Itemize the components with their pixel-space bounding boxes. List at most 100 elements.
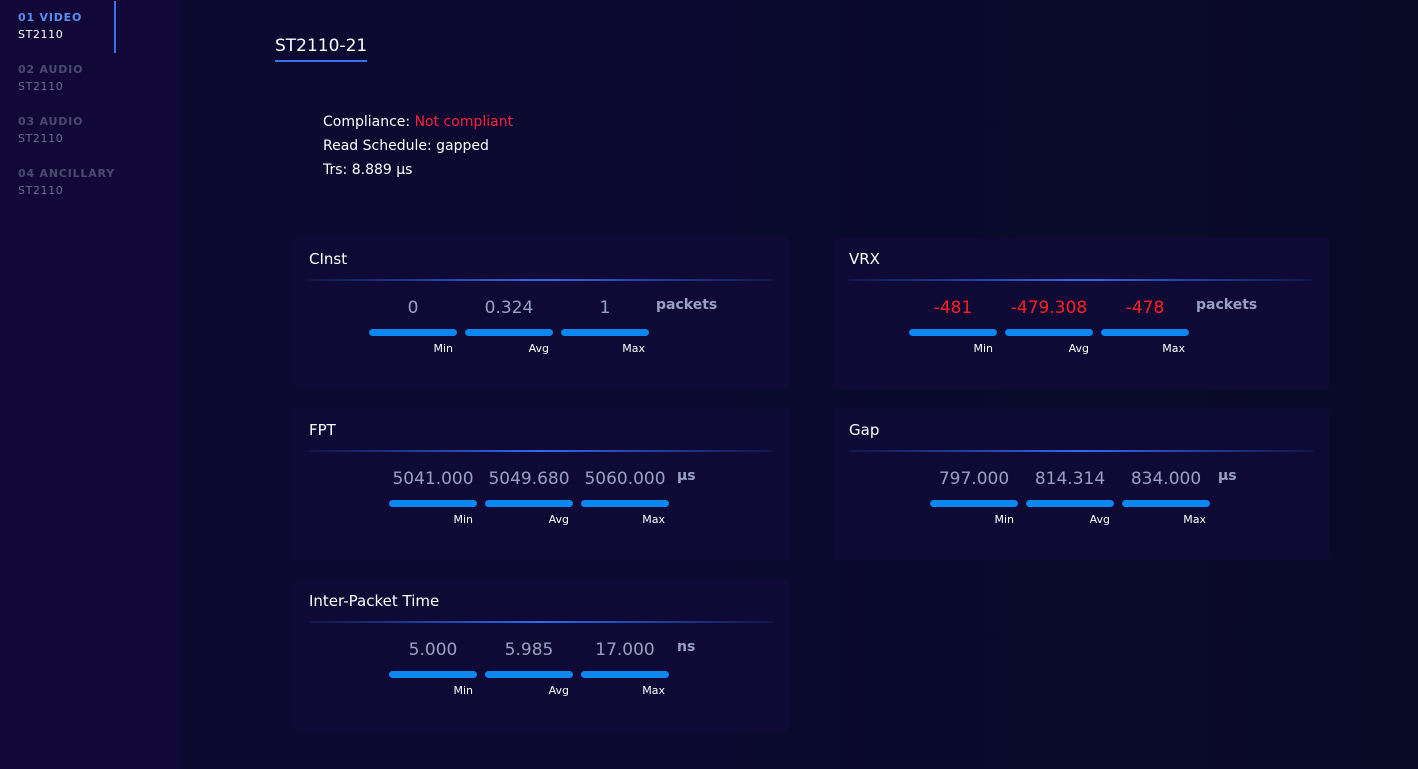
sidebar-item-type-label: ST2110 [18, 132, 64, 145]
metric-min: 5041.000 Min [389, 466, 477, 526]
metric-label: Avg [548, 684, 569, 697]
compliance-info: Compliance: Not compliant Read Schedule:… [323, 110, 513, 182]
sidebar: 01 VIDEO ST2110 02 AUDIO ST2110 03 AUDIO… [0, 0, 180, 769]
metric-value: -481 [933, 298, 973, 318]
metric-max: 17.000 Max [581, 637, 669, 697]
compliance-value: Not compliant [414, 114, 514, 130]
read-schedule-value: gapped [436, 138, 489, 154]
card-title: VRX [849, 250, 880, 268]
metric-min: 0 Min [369, 295, 457, 355]
metric-avg: 5049.680 Avg [485, 466, 573, 526]
metric-value: 0 [407, 298, 419, 318]
metric-value: 5.000 [408, 640, 458, 660]
trs-label: Trs: [323, 162, 348, 178]
metric-label: Min [973, 342, 993, 355]
metric-bar [1101, 329, 1189, 336]
metric-value: 797.000 [938, 469, 1010, 489]
metric-label: Min [453, 684, 473, 697]
read-schedule-label: Read Schedule: [323, 138, 432, 154]
card-divider [849, 450, 1313, 452]
metric-max: 5060.000 Max [581, 466, 669, 526]
card-title: Inter-Packet Time [309, 592, 440, 610]
metric-value: 1 [599, 298, 611, 318]
metric-value: 5049.680 [488, 469, 570, 489]
metric-label: Avg [548, 513, 569, 526]
metric-label: Max [1162, 342, 1185, 355]
metric-unit: ns [677, 639, 696, 655]
sidebar-item-type-label: ST2110 [18, 80, 64, 93]
metric-label: Max [642, 684, 665, 697]
metric-value: 814.314 [1034, 469, 1106, 489]
sidebar-item-number-label: 02 AUDIO [18, 63, 84, 76]
metric-bar [1122, 500, 1210, 507]
metric-value: -479.308 [1010, 298, 1088, 318]
metric-value: 5.985 [504, 640, 554, 660]
metric-label: Min [433, 342, 453, 355]
metric-bar [581, 500, 669, 507]
metric-max: 834.000 Max [1122, 466, 1210, 526]
metric-unit: µs [677, 468, 696, 484]
sidebar-item-number-label: 01 VIDEO [18, 11, 83, 24]
sidebar-item-number-label: 03 AUDIO [18, 115, 84, 128]
metric-bar [909, 329, 997, 336]
card-cinst: CInst 0 Min 0.324 Avg 1 Max packets [293, 237, 789, 389]
metric-value: -478 [1125, 298, 1165, 318]
card-divider [309, 450, 773, 452]
sidebar-item-02-audio[interactable]: 02 AUDIO ST2110 [18, 62, 116, 96]
metric-max: 1 Max [561, 295, 649, 355]
metric-label: Max [642, 513, 665, 526]
metric-bar [930, 500, 1018, 507]
metric-bar [561, 329, 649, 336]
metric-value: 834.000 [1130, 469, 1202, 489]
metric-value: 5060.000 [584, 469, 666, 489]
sidebar-item-type-label: ST2110 [18, 184, 64, 197]
metric-min: 797.000 Min [930, 466, 1018, 526]
metric-bar [1026, 500, 1114, 507]
sidebar-item-type-label: ST2110 [18, 28, 64, 41]
metric-unit: µs [1218, 468, 1237, 484]
sidebar-item-04-ancillary[interactable]: 04 ANCILLARY ST2110 [18, 166, 116, 200]
metric-min: -481 Min [909, 295, 997, 355]
metric-label: Avg [1068, 342, 1089, 355]
metric-label: Min [453, 513, 473, 526]
sidebar-item-03-audio[interactable]: 03 AUDIO ST2110 [18, 114, 116, 148]
card-divider [849, 279, 1313, 281]
sidebar-item-01-video[interactable]: 01 VIDEO ST2110 [18, 1, 116, 53]
metric-bar [485, 671, 573, 678]
metric-bar [389, 671, 477, 678]
card-fpt: FPT 5041.000 Min 5049.680 Avg 5060.000 M… [293, 408, 789, 560]
metric-label: Max [1183, 513, 1206, 526]
card-divider [309, 279, 773, 281]
metric-value: 17.000 [595, 640, 655, 660]
card-vrx: VRX -481 Min -479.308 Avg -478 Max packe… [833, 237, 1329, 389]
compliance-label: Compliance: [323, 114, 411, 130]
tab-st2110-21[interactable]: ST2110-21 [275, 36, 368, 62]
metric-label: Avg [528, 342, 549, 355]
metric-avg: -479.308 Avg [1005, 295, 1093, 355]
card-title: FPT [309, 421, 336, 439]
trs-value: 8.889 µs [351, 162, 413, 178]
card-divider [309, 621, 773, 623]
metric-unit: packets [1196, 297, 1258, 313]
metric-label: Min [994, 513, 1014, 526]
metric-min: 5.000 Min [389, 637, 477, 697]
metric-bar [581, 671, 669, 678]
metric-unit: packets [656, 297, 718, 313]
card-gap: Gap 797.000 Min 814.314 Avg 834.000 Max … [833, 408, 1329, 560]
app-window: 01 VIDEO ST2110 02 AUDIO ST2110 03 AUDIO… [0, 0, 1418, 769]
card-title: CInst [309, 250, 348, 268]
metric-value: 5041.000 [392, 469, 474, 489]
trs-row: Trs: 8.889 µs [323, 158, 513, 182]
card-title: Gap [849, 421, 880, 439]
sidebar-item-number-label: 04 ANCILLARY [18, 167, 115, 180]
metric-label: Avg [1089, 513, 1110, 526]
metric-bar [465, 329, 553, 336]
card-inter-packet-time: Inter-Packet Time 5.000 Min 5.985 Avg 17… [293, 579, 789, 731]
metric-avg: 814.314 Avg [1026, 466, 1114, 526]
metric-bar [485, 500, 573, 507]
metric-bar [369, 329, 457, 336]
read-schedule-row: Read Schedule: gapped [323, 134, 513, 158]
metric-bar [389, 500, 477, 507]
metric-avg: 0.324 Avg [465, 295, 553, 355]
compliance-row: Compliance: Not compliant [323, 110, 513, 134]
